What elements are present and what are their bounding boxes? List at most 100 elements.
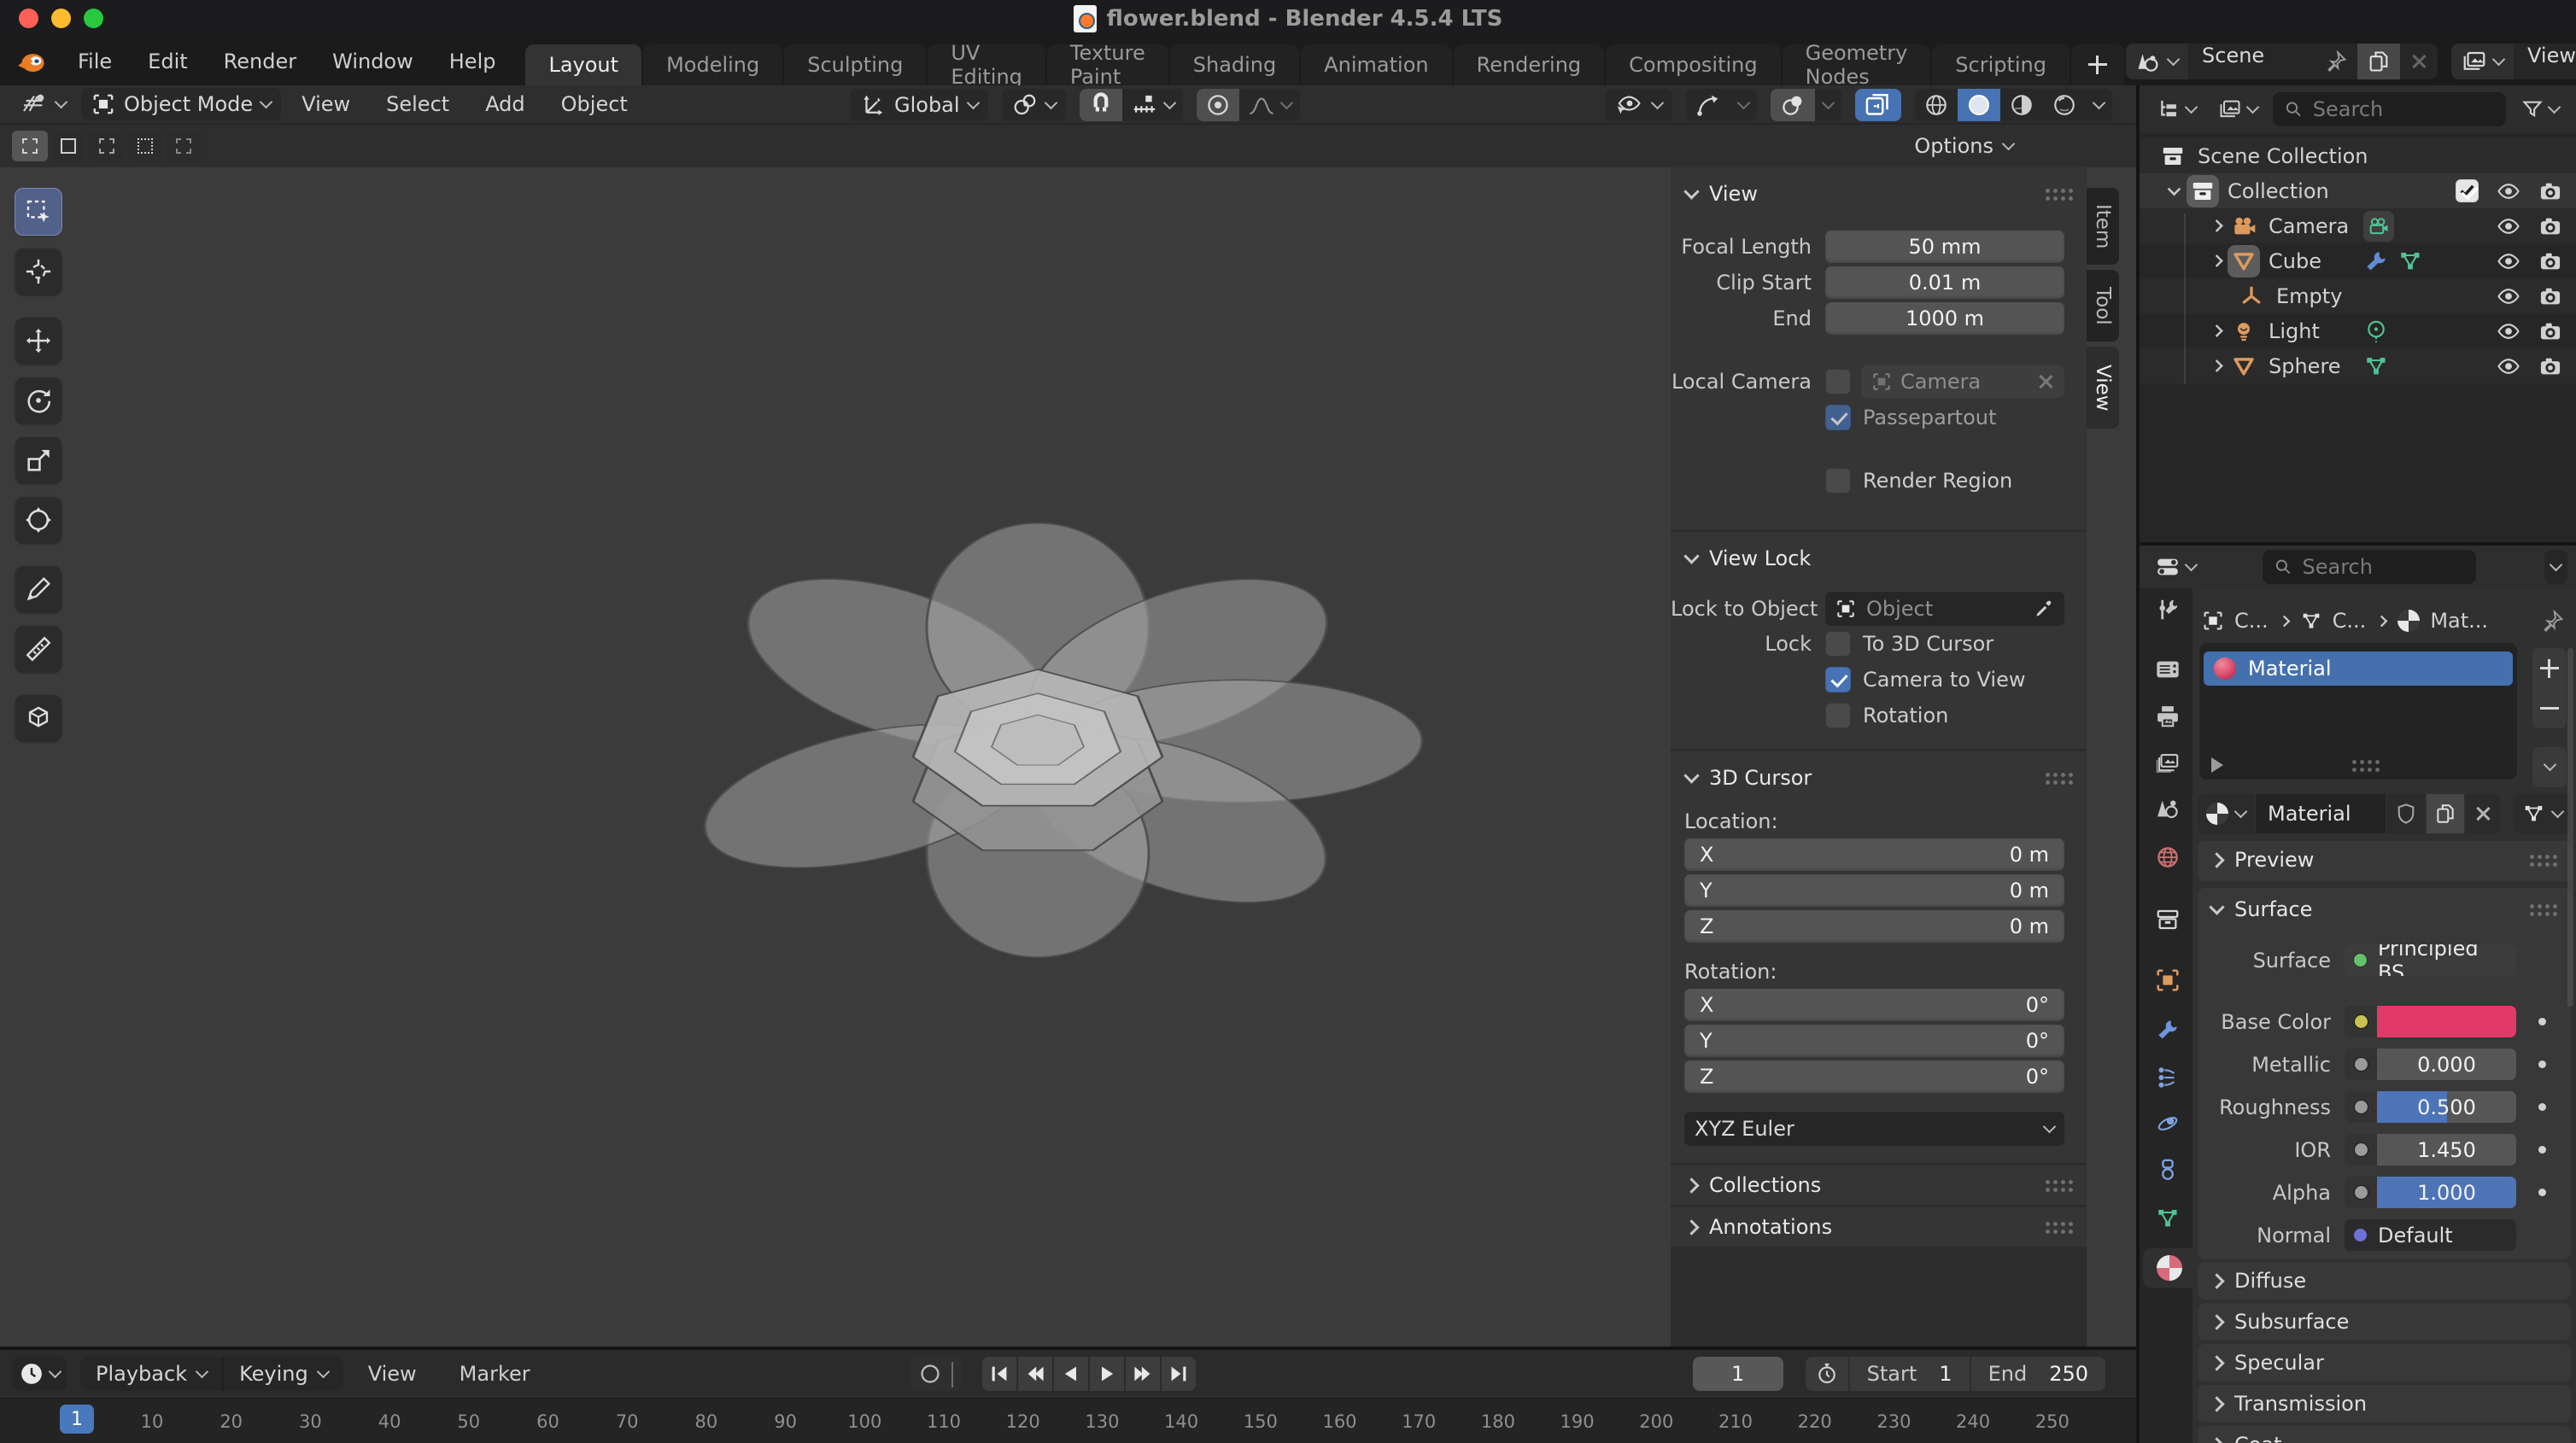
proportional-falloff-dropdown[interactable] bbox=[1239, 89, 1300, 121]
move-tool[interactable] bbox=[15, 318, 61, 364]
tab-data[interactable] bbox=[2143, 1199, 2193, 1238]
select-mode-subtract-button[interactable] bbox=[89, 131, 125, 161]
hide-eye-toggle[interactable] bbox=[2496, 285, 2521, 307]
current-frame-field[interactable]: 1 bbox=[1693, 1357, 1783, 1391]
timeline-menu-marker[interactable]: Marker bbox=[442, 1350, 548, 1398]
cursor-panel-collapse[interactable] bbox=[1683, 768, 1699, 783]
viewport-menu-add[interactable]: Add bbox=[470, 92, 540, 116]
properties-options-dropdown[interactable] bbox=[2544, 550, 2567, 584]
select-mode-invert-button[interactable] bbox=[127, 131, 163, 161]
diffuse-panel[interactable]: Diffuse bbox=[2198, 1262, 2571, 1300]
base-color-value[interactable] bbox=[2377, 1006, 2516, 1037]
material-slot-selected[interactable]: Material bbox=[2204, 651, 2513, 686]
render-visibility-toggle[interactable] bbox=[2538, 320, 2562, 342]
auto-key-dropdown[interactable] bbox=[950, 1362, 962, 1386]
collections-expand[interactable] bbox=[1683, 1177, 1699, 1193]
tab-physics[interactable] bbox=[2143, 1104, 2193, 1143]
annotate-tool[interactable] bbox=[15, 566, 61, 612]
shading-material-button[interactable] bbox=[2000, 89, 2043, 121]
expand-icon[interactable] bbox=[2210, 219, 2223, 232]
light-data-icon[interactable] bbox=[2363, 318, 2389, 344]
proportional-edit-toggle[interactable] bbox=[1197, 89, 1239, 121]
rotate-tool[interactable] bbox=[15, 377, 61, 424]
tab-uv-editing[interactable]: UV Editing bbox=[928, 44, 1045, 85]
transform-tool[interactable] bbox=[15, 497, 61, 543]
metallic-slider[interactable]: 0.000 bbox=[2345, 1049, 2516, 1080]
mesh-data-icon[interactable] bbox=[2397, 249, 2423, 273]
measure-tool[interactable] bbox=[15, 626, 61, 672]
overlays-dropdown[interactable] bbox=[1815, 89, 1841, 121]
select-box-tool[interactable] bbox=[15, 189, 61, 235]
hide-eye-toggle[interactable] bbox=[2496, 250, 2521, 272]
focal-length-field[interactable]: 50 mm bbox=[1825, 231, 2064, 263]
timeline-editor-type-button[interactable] bbox=[12, 1357, 67, 1391]
passepartout-checkbox[interactable] bbox=[1825, 405, 1851, 430]
render-visibility-toggle[interactable] bbox=[2538, 285, 2562, 307]
hide-eye-toggle[interactable] bbox=[2496, 320, 2521, 342]
cursor-location-z-field[interactable]: Z0 m bbox=[1684, 910, 2064, 943]
outliner-row-sphere[interactable]: Sphere bbox=[2140, 348, 2576, 383]
scale-tool[interactable] bbox=[15, 437, 61, 483]
use-preview-range-button[interactable] bbox=[1806, 1357, 1848, 1391]
select-mode-new-button[interactable] bbox=[12, 131, 48, 161]
alpha-slider[interactable]: 1.000 bbox=[2345, 1177, 2516, 1208]
breadcrumb-material[interactable]: Mat... bbox=[2430, 609, 2488, 633]
cursor-rotation-y-field[interactable]: Y0° bbox=[1684, 1025, 2064, 1057]
render-region-checkbox[interactable] bbox=[1825, 468, 1851, 494]
scene-delete-button[interactable] bbox=[2400, 44, 2438, 79]
add-slot-button[interactable] bbox=[2532, 648, 2567, 688]
menu-help[interactable]: Help bbox=[431, 38, 514, 85]
surface-shader-field[interactable]: Principled BS... bbox=[2345, 944, 2516, 976]
xray-toggle[interactable] bbox=[1855, 89, 1901, 121]
collapse-icon[interactable] bbox=[2168, 182, 2181, 196]
playback-dropdown[interactable]: Playback bbox=[80, 1357, 222, 1391]
scene-copy-button[interactable] bbox=[2357, 44, 2400, 79]
gizmos-toggle[interactable] bbox=[1686, 89, 1730, 121]
render-visibility-toggle[interactable] bbox=[2538, 355, 2562, 377]
roughness-slider[interactable]: 0.500 bbox=[2345, 1091, 2516, 1123]
menu-window[interactable]: Window bbox=[314, 38, 431, 85]
outliner-row-collection[interactable]: Collection bbox=[2140, 173, 2576, 208]
outliner-search[interactable] bbox=[2273, 92, 2506, 126]
editor-type-button[interactable] bbox=[10, 88, 76, 120]
view-layer-browse-button[interactable] bbox=[2451, 44, 2514, 79]
preview-panel[interactable]: Preview bbox=[2198, 841, 2571, 881]
add-workspace-button[interactable] bbox=[2071, 44, 2124, 85]
mode-dropdown[interactable]: Object Mode bbox=[81, 88, 281, 120]
clip-end-field[interactable]: 1000 m bbox=[1825, 302, 2064, 335]
menu-render[interactable]: Render bbox=[206, 38, 314, 85]
add-primitive-tool[interactable] bbox=[15, 695, 61, 741]
shading-dropdown[interactable] bbox=[2086, 89, 2112, 121]
hide-eye-toggle[interactable] bbox=[2496, 215, 2521, 237]
pivot-point-dropdown[interactable] bbox=[1002, 89, 1066, 121]
slot-specials-dropdown[interactable] bbox=[2532, 747, 2567, 787]
animate-dot[interactable] bbox=[2538, 1018, 2546, 1025]
panel-grip-icon[interactable] bbox=[2528, 903, 2559, 917]
base-color-swatch[interactable] bbox=[2345, 1006, 2516, 1037]
browse-material-button[interactable] bbox=[2198, 794, 2254, 833]
breadcrumb-data[interactable]: C... bbox=[2333, 609, 2367, 633]
view-lock-collapse[interactable] bbox=[1683, 548, 1699, 564]
slot-grip-icon[interactable] bbox=[2351, 758, 2381, 773]
end-frame-field[interactable]: End 250 bbox=[1970, 1357, 2105, 1391]
playhead-frame-badge[interactable]: 1 bbox=[60, 1405, 94, 1434]
tab-sculpting[interactable]: Sculpting bbox=[784, 44, 926, 85]
visibility-dropdown[interactable] bbox=[1605, 89, 1672, 121]
outliner-row-light[interactable]: Light bbox=[2140, 313, 2576, 348]
unlink-material-button[interactable] bbox=[2466, 794, 2500, 833]
jump-to-start-button[interactable] bbox=[982, 1357, 1016, 1391]
panel-grip-icon[interactable] bbox=[2044, 1178, 2075, 1193]
scene-browse-button[interactable] bbox=[2126, 44, 2188, 79]
remove-slot-button[interactable] bbox=[2532, 688, 2567, 728]
gizmo-dropdown[interactable] bbox=[1730, 89, 1757, 121]
outliner-filter-dropdown[interactable] bbox=[2515, 92, 2566, 126]
render-visibility-toggle[interactable] bbox=[2538, 215, 2562, 237]
pin-icon[interactable] bbox=[2543, 610, 2564, 633]
viewport-menu-select[interactable]: Select bbox=[371, 92, 465, 116]
tab-modifiers[interactable] bbox=[2143, 1010, 2193, 1049]
clear-icon[interactable] bbox=[2037, 373, 2054, 390]
fake-user-button[interactable] bbox=[2387, 794, 2425, 833]
panel-grip-icon[interactable] bbox=[2044, 1220, 2075, 1235]
snap-toggle-button[interactable] bbox=[1080, 89, 1122, 121]
cursor-tool[interactable] bbox=[15, 248, 61, 295]
